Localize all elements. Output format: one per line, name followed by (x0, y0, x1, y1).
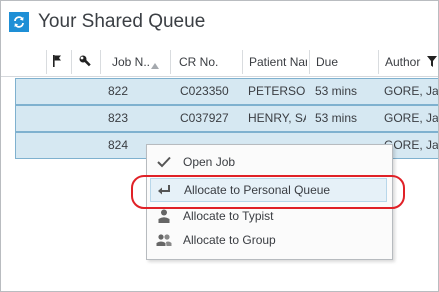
sort-ascending-icon[interactable] (151, 58, 159, 72)
shared-queue-window: Your Shared Queue Job N.. CR No. Patient… (0, 0, 439, 292)
column-separator[interactable] (242, 50, 243, 74)
patient-name-cell: PETERSON (248, 84, 306, 98)
patient-name-cell: HENRY, SA (248, 111, 306, 125)
check-icon (156, 154, 172, 170)
table-row[interactable]: 822 C023350 PETERSON 53 mins GORE, Jam (15, 78, 438, 105)
menu-item-label: Allocate to Group (183, 233, 276, 247)
author-cell: GORE, Jam (384, 84, 438, 98)
column-separator[interactable] (170, 50, 171, 74)
grid-header: Job N.. CR No. Patient Nar Due Author (1, 48, 438, 77)
menu-item-allocate-group[interactable]: Allocate to Group (150, 228, 387, 252)
column-header-job-number[interactable]: Job N.. (112, 55, 150, 69)
highlight-callout (131, 175, 405, 209)
person-icon (156, 208, 172, 224)
job-number-cell: 824 (108, 138, 129, 152)
window-title: Your Shared Queue (38, 11, 206, 32)
menu-item-open-job[interactable]: Open Job (150, 150, 387, 174)
menu-item-label: Open Job (183, 155, 236, 169)
column-header-author[interactable]: Author (385, 55, 425, 69)
column-separator[interactable] (309, 50, 310, 74)
column-header-patient-name[interactable]: Patient Nar (249, 55, 307, 69)
menu-item-label: Allocate to Typist (183, 209, 274, 223)
due-cell: 53 mins (315, 111, 358, 125)
cr-number-cell: C023350 (180, 84, 229, 98)
job-number-cell: 822 (108, 84, 129, 98)
refresh-icon[interactable] (9, 12, 29, 32)
due-cell: 53 mins (315, 84, 358, 98)
column-separator[interactable] (46, 50, 47, 74)
cr-number-cell: C037927 (180, 111, 229, 125)
column-header-cr-number[interactable]: CR No. (179, 55, 239, 69)
people-group-icon (156, 232, 172, 248)
wrench-icon[interactable] (78, 54, 92, 71)
job-number-cell: 823 (108, 111, 129, 125)
title-bar: Your Shared Queue (1, 1, 438, 45)
table-row[interactable]: 823 C037927 HENRY, SA 53 mins GORE, Jam (15, 105, 438, 132)
column-separator[interactable] (100, 50, 101, 74)
author-cell: GORE, Jam (384, 111, 438, 125)
filter-icon[interactable] (427, 56, 437, 70)
column-separator[interactable] (71, 50, 72, 74)
flag-icon[interactable] (51, 54, 63, 71)
column-separator[interactable] (378, 50, 379, 74)
column-header-due[interactable]: Due (316, 55, 366, 69)
